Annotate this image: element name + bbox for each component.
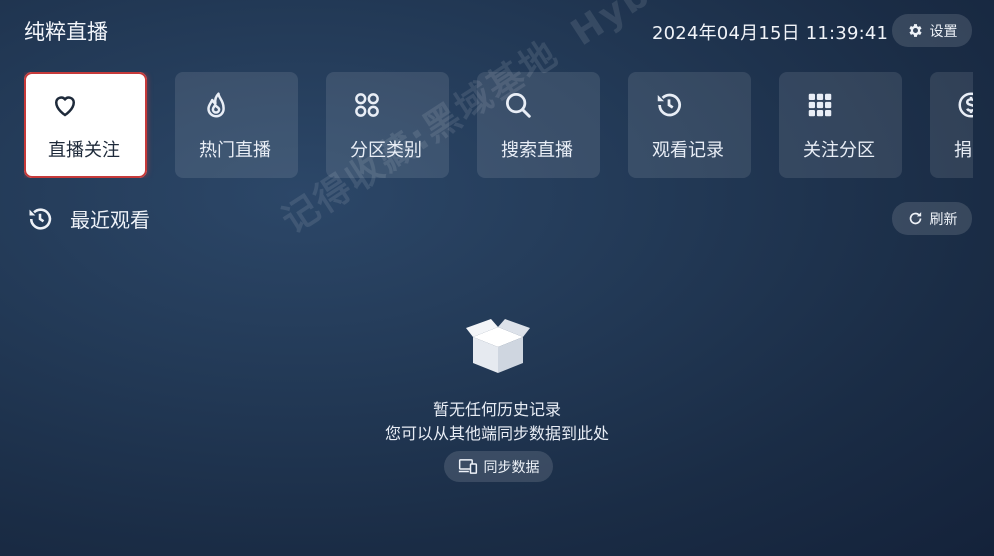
tile-categories[interactable]: 分区类别 [326, 72, 449, 178]
refresh-label: 刷新 [929, 211, 958, 228]
app-title: 纯粹直播 [24, 20, 108, 44]
recent-section-header: 最近观看 [26, 204, 150, 233]
tile-label: 搜索直播 [501, 140, 573, 161]
history-icon [29, 207, 52, 230]
empty-box-icon [466, 319, 530, 373]
tile-followed-categories[interactable]: 关注分区 [779, 72, 902, 178]
tile-label: 关注分区 [803, 140, 875, 161]
settings-button[interactable]: 设置 [892, 14, 972, 47]
clock: 2024年04月15日 11:39:41 [652, 23, 889, 44]
empty-subtitle: 您可以从其他端同步数据到此处 [384, 424, 609, 443]
grid-icon [808, 93, 832, 117]
tile-label: 观看记录 [652, 140, 724, 161]
flame-icon [207, 92, 225, 118]
tile-watch-history[interactable]: 观看记录 [628, 72, 751, 178]
tile-label: 直播关注 [48, 140, 120, 161]
devices-icon [458, 459, 477, 474]
tile-hot-live[interactable]: 热门直播 [175, 72, 298, 178]
tile-label: 分区类别 [350, 140, 422, 161]
command-icon [355, 93, 379, 117]
tile-label: 捐 [954, 140, 972, 161]
refresh-button[interactable]: 刷新 [892, 202, 972, 235]
dollar-icon [958, 92, 973, 118]
tile-label: 热门直播 [199, 140, 271, 161]
empty-title: 暂无任何历史记录 [432, 400, 561, 419]
heart-icon [54, 96, 76, 117]
sync-label: 同步数据 [483, 459, 540, 476]
sync-data-button[interactable]: 同步数据 [444, 451, 553, 482]
recent-title: 最近观看 [70, 208, 150, 232]
refresh-icon [909, 212, 921, 225]
history-icon [657, 93, 681, 117]
search-icon [506, 93, 531, 118]
tile-search-live[interactable]: 搜索直播 [477, 72, 600, 178]
settings-label: 设置 [929, 23, 958, 40]
gear-icon [908, 24, 922, 37]
nav-tiles: 直播关注 热门直播 分区类别 搜索直播 观看记录 关注分区 捐 [24, 72, 973, 178]
tile-follow-live[interactable]: 直播关注 [24, 72, 147, 178]
tile-donate[interactable]: 捐 [930, 72, 973, 178]
